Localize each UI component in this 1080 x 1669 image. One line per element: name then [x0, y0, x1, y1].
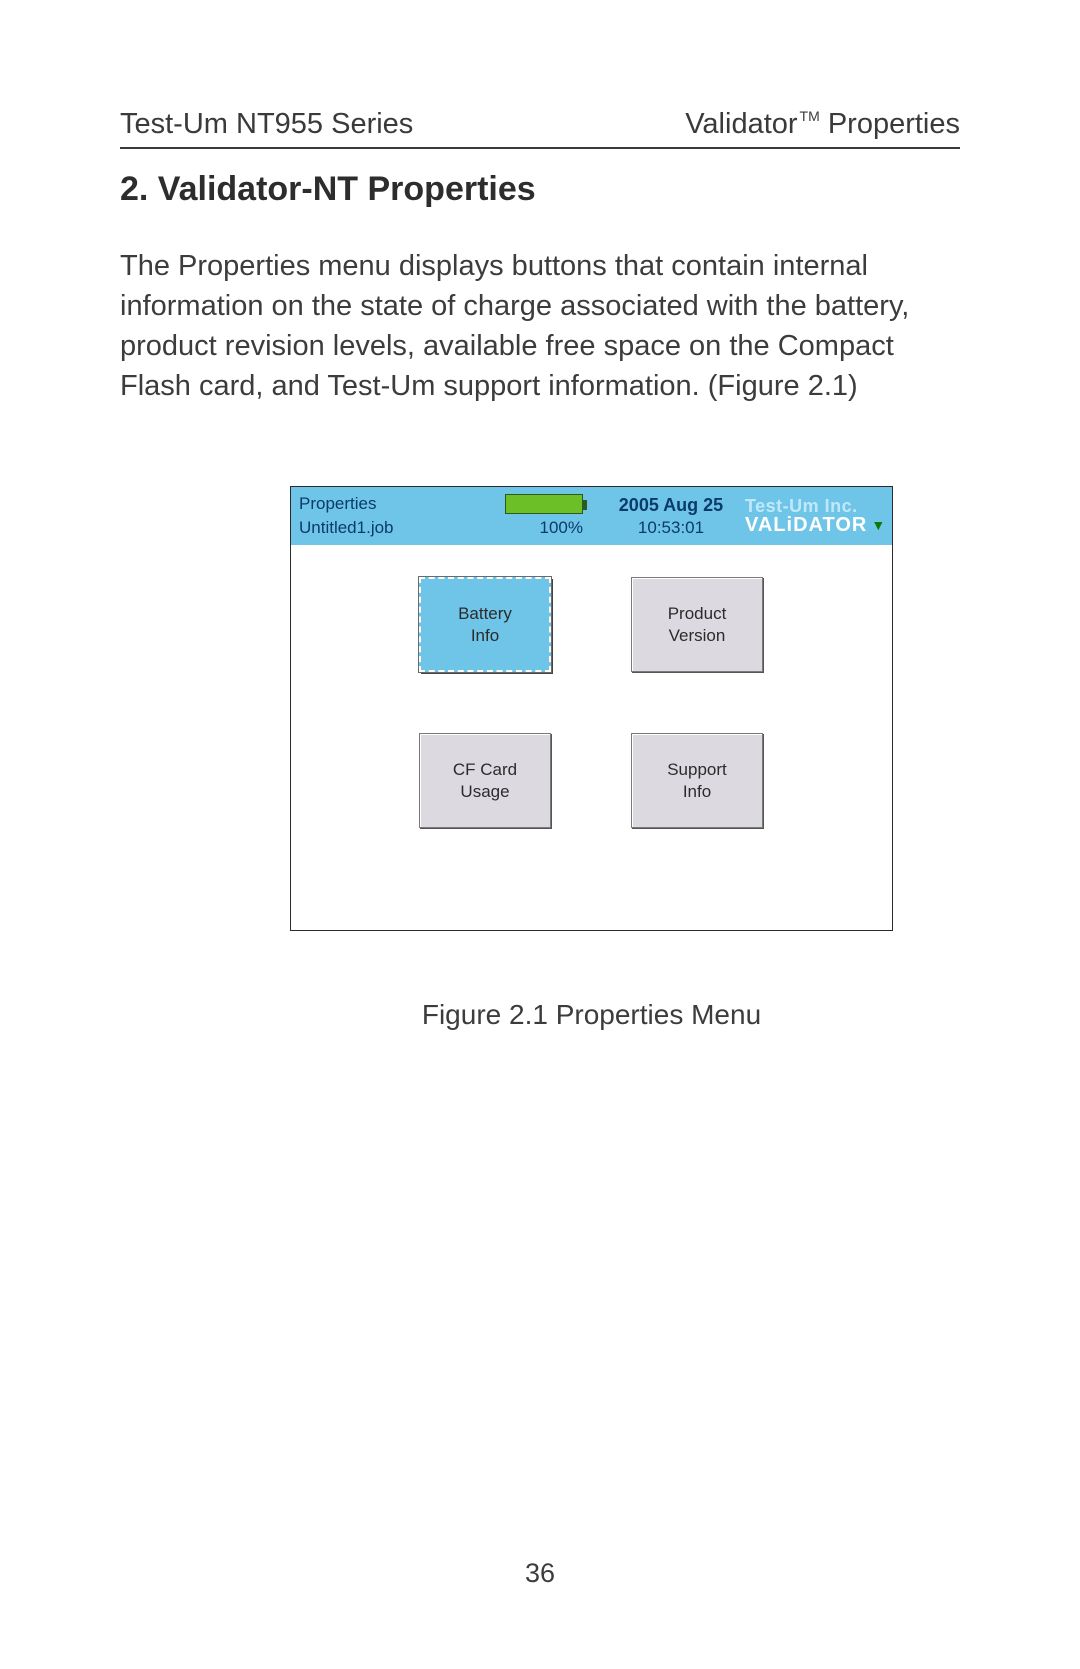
page-number: 36 [0, 1558, 1080, 1589]
device-screenshot: Properties Untitled1.job 100% 2005 Aug 2… [290, 486, 893, 931]
brand-line2: VALiDATOR ▼ [745, 515, 886, 535]
section-paragraph: The Properties menu displays buttons tha… [120, 246, 960, 406]
battery-info-button[interactable]: Battery Info [419, 577, 551, 672]
brand-logo: Test-Um Inc. VALiDATOR ▼ [741, 497, 892, 535]
running-header: Test-Um NT955 Series ValidatorTM Propert… [120, 108, 960, 149]
titlebar-left-col: Properties Untitled1.job [291, 494, 471, 538]
device-titlebar: Properties Untitled1.job 100% 2005 Aug 2… [291, 487, 892, 545]
cf-card-usage-button[interactable]: CF Card Usage [419, 733, 551, 828]
figure-wrapper: Properties Untitled1.job 100% 2005 Aug 2… [290, 486, 893, 1031]
screen-title: Properties [299, 494, 471, 514]
header-right-prefix: Validator [685, 108, 797, 140]
cf-card-usage-label: CF Card Usage [453, 759, 517, 802]
titlebar-battery-col: 100% [471, 494, 601, 538]
titlebar-datetime-col: 2005 Aug 25 10:53:01 [601, 495, 741, 538]
brand-line1: Test-Um Inc. [745, 497, 858, 515]
job-file-name: Untitled1.job [299, 518, 471, 538]
battery-percent: 100% [540, 518, 583, 538]
status-time: 10:53:01 [638, 518, 704, 538]
status-date: 2005 Aug 25 [619, 495, 723, 516]
section-heading: 2. Validator-NT Properties [120, 170, 536, 209]
support-info-button[interactable]: Support Info [631, 733, 763, 828]
support-info-label: Support Info [667, 759, 727, 802]
header-right: ValidatorTM Properties [685, 108, 960, 141]
header-left: Test-Um NT955 Series [120, 108, 413, 141]
product-version-label: Product Version [668, 603, 727, 646]
brand-line2-text: VALiDATOR [745, 515, 867, 535]
battery-info-label: Battery Info [458, 603, 512, 646]
product-version-button[interactable]: Product Version [631, 577, 763, 672]
trademark-superscript: TM [800, 108, 820, 124]
header-right-suffix: Properties [820, 108, 960, 140]
menu-area: Battery Info Product Version CF Card Usa… [291, 545, 892, 930]
battery-icon [505, 494, 583, 514]
dropdown-triangle-icon: ▼ [871, 518, 886, 532]
figure-caption: Figure 2.1 Properties Menu [290, 999, 893, 1031]
